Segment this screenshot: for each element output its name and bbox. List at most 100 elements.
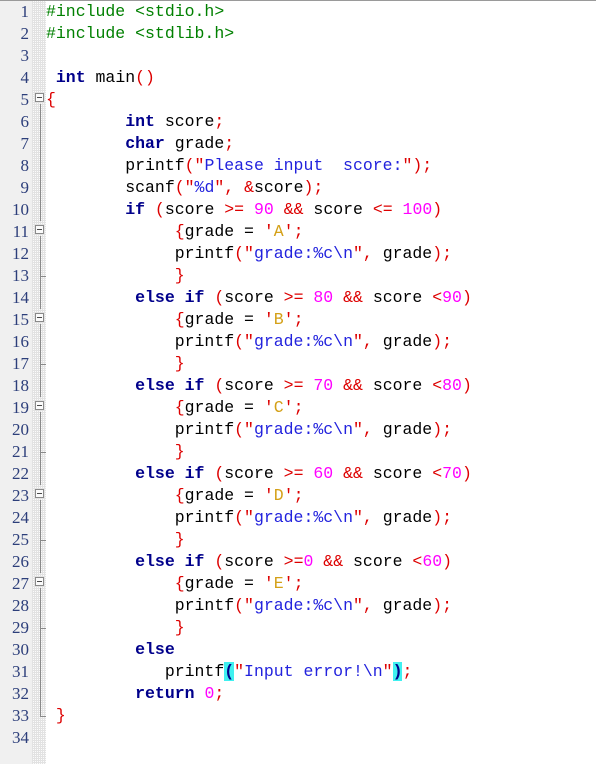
code-token: <= xyxy=(372,200,393,219)
code-line[interactable] xyxy=(46,727,596,749)
code-token: < xyxy=(412,552,423,571)
line-number: 13 xyxy=(12,266,29,285)
code-line[interactable]: else if (score >= 60 && score <70) xyxy=(46,463,596,485)
code-token: ); xyxy=(432,420,453,439)
code-line[interactable]: printf("grade:%c\n", grade); xyxy=(46,419,596,441)
code-token: { xyxy=(46,90,56,109)
code-line[interactable]: printf("Input error!\n"); xyxy=(46,661,596,683)
code-text-area[interactable]: #include <stdio.h> #include <stdlib.h> in… xyxy=(46,1,596,764)
code-line[interactable]: int score; xyxy=(46,111,596,133)
code-token: grade xyxy=(164,134,225,153)
fold-toggle-icon[interactable] xyxy=(32,89,46,111)
code-token: 90 xyxy=(442,288,462,307)
code-line[interactable]: } xyxy=(46,617,596,639)
line-number: 31 xyxy=(12,662,29,681)
code-line[interactable]: {grade = 'D'; xyxy=(46,485,596,507)
code-token: int xyxy=(55,68,86,87)
code-line[interactable]: char grade; xyxy=(46,133,596,155)
code-line[interactable]: {grade = 'E'; xyxy=(46,573,596,595)
code-token: grade:%c\n xyxy=(253,596,353,615)
code-line[interactable]: { xyxy=(46,89,596,111)
code-token: A xyxy=(273,222,284,241)
tick-icon xyxy=(40,364,46,365)
code-line[interactable]: {grade = 'C'; xyxy=(46,397,596,419)
code-line[interactable]: printf("Please input score:"); xyxy=(46,155,596,177)
code-token: } xyxy=(174,530,185,549)
code-token: printf xyxy=(46,596,235,615)
fold-toggle-icon[interactable] xyxy=(32,485,46,507)
code-token: score xyxy=(253,178,304,197)
code-token: { xyxy=(174,398,185,417)
code-line[interactable]: } xyxy=(46,705,596,727)
code-token: char xyxy=(125,134,165,153)
code-line[interactable]: printf("grade:%c\n", grade); xyxy=(46,243,596,265)
code-line[interactable] xyxy=(46,45,596,67)
code-token: " xyxy=(382,662,393,681)
code-line[interactable]: scanf("%d", &score); xyxy=(46,177,596,199)
code-line[interactable]: else if (score >= 70 && score <80) xyxy=(46,375,596,397)
code-token: >= xyxy=(283,288,304,307)
code-token: ) xyxy=(392,662,403,681)
fold-toggle-icon[interactable] xyxy=(32,397,46,419)
line-number: 19 xyxy=(12,398,29,417)
code-token: ) xyxy=(442,552,453,571)
code-line[interactable]: else if (score >=0 && score <60) xyxy=(46,551,596,573)
code-line[interactable]: {grade = 'B'; xyxy=(46,309,596,331)
line-number: 8 xyxy=(20,156,30,175)
line-number: 28 xyxy=(12,596,29,615)
code-token: "); xyxy=(402,156,433,175)
code-line[interactable]: #include <stdlib.h> xyxy=(46,23,596,45)
minus-icon xyxy=(37,317,42,318)
code-line[interactable]: printf("grade:%c\n", grade); xyxy=(46,507,596,529)
code-token: < xyxy=(432,288,443,307)
line-number: 9 xyxy=(20,178,30,197)
code-token: >= xyxy=(283,552,304,571)
fold-toggle-icon[interactable] xyxy=(32,221,46,243)
fold-gutter-row xyxy=(32,45,46,67)
code-line[interactable]: } xyxy=(46,265,596,287)
fold-toggle-icon[interactable] xyxy=(32,309,46,331)
code-line[interactable]: printf("grade:%c\n", grade); xyxy=(46,595,596,617)
code-line[interactable]: if (score >= 90 && score <= 100) xyxy=(46,199,596,221)
code-token: ( xyxy=(145,200,165,219)
code-token: && xyxy=(323,552,344,571)
code-editor-window: 1 2 3 4 5 6 7 8 9 10 11 12 13 14 15 16 17 18 19 20 21 22 23 24 2… xyxy=(0,0,596,764)
code-token: scanf xyxy=(46,178,175,197)
fold-guide-line xyxy=(32,595,46,617)
code-line[interactable]: printf("grade:%c\n", grade); xyxy=(46,331,596,353)
code-line[interactable]: {grade = 'A'; xyxy=(46,221,596,243)
code-line[interactable]: return 0; xyxy=(46,683,596,705)
fold-toggle-icon[interactable] xyxy=(32,573,46,595)
code-token: < xyxy=(432,376,443,395)
code-token: Please input score: xyxy=(204,156,403,175)
code-line[interactable]: } xyxy=(46,441,596,463)
line-number: 6 xyxy=(20,112,30,131)
code-line[interactable]: } xyxy=(46,529,596,551)
minus-icon xyxy=(37,493,42,494)
code-folding-gutter[interactable] xyxy=(32,1,46,764)
code-token: %d xyxy=(194,178,215,197)
code-line[interactable]: else xyxy=(46,639,596,661)
code-line[interactable]: else if (score >= 80 && score <90) xyxy=(46,287,596,309)
line-number-gutter[interactable]: 1 2 3 4 5 6 7 8 9 10 11 12 13 14 15 16 17 18 19 20 21 22 23 24 2… xyxy=(0,1,32,764)
code-line[interactable]: #include <stdio.h> xyxy=(46,1,596,23)
line-number: 1 xyxy=(20,2,30,21)
code-line[interactable]: int main() xyxy=(46,67,596,89)
code-token: 60 xyxy=(422,552,443,571)
line-number: 25 xyxy=(12,530,29,549)
code-line[interactable]: } xyxy=(46,353,596,375)
fold-guide-line xyxy=(32,683,46,705)
code-token: score xyxy=(224,464,284,483)
line-number: 34 xyxy=(12,728,29,747)
